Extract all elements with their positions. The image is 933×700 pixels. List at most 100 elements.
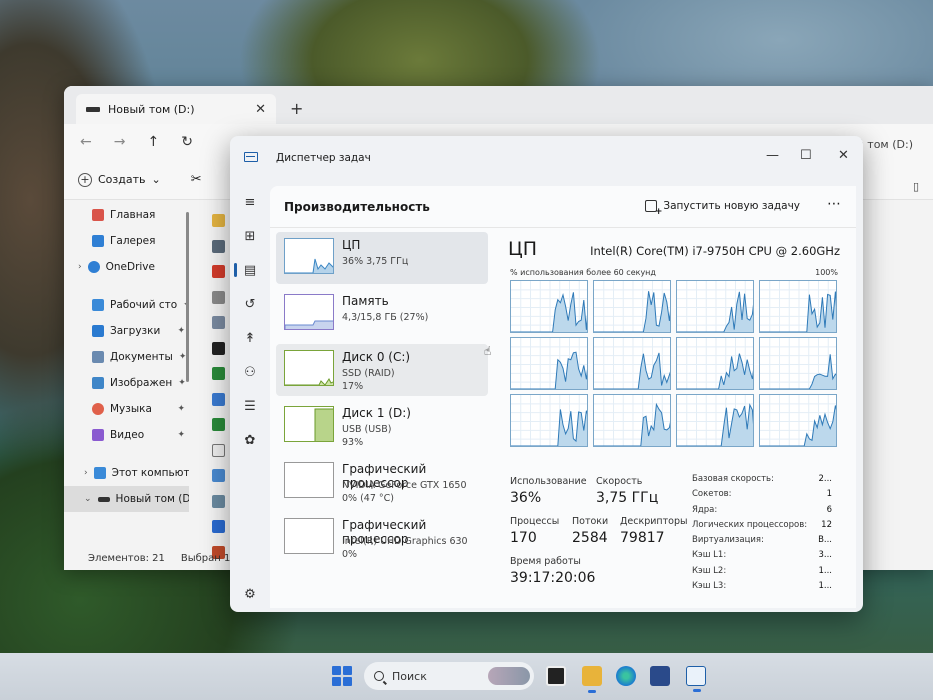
logical-processor-graph: [759, 394, 837, 447]
file-icon[interactable]: [212, 418, 225, 431]
services-icon[interactable]: ✿: [242, 432, 258, 448]
file-icon[interactable]: [212, 443, 225, 457]
sidebar-item-downloads[interactable]: Загрузки ✦: [64, 318, 189, 344]
download-icon: [92, 325, 104, 337]
cut-icon[interactable]: ✂: [191, 172, 202, 187]
store-icon[interactable]: [650, 666, 670, 686]
details-pane-icon[interactable]: ▯: [913, 180, 919, 193]
resource-item-gpu1[interactable]: Графический процессор Intel(R) UHD Graph…: [276, 512, 488, 564]
file-icon[interactable]: [212, 316, 225, 329]
file-explorer-taskbar-icon[interactable]: [582, 666, 602, 693]
more-options-icon[interactable]: ⋯: [827, 196, 842, 212]
disk1-thumbnail-svg: [314, 408, 333, 441]
search-label: Поиск: [392, 669, 427, 683]
task-manager-icon: [244, 152, 258, 162]
file-icon[interactable]: [212, 392, 225, 406]
explorer-tab[interactable]: Новый том (D:) ✕: [76, 94, 276, 124]
minimize-icon[interactable]: —: [766, 148, 779, 163]
file-icon[interactable]: [212, 239, 225, 253]
logical-processor-svg: [594, 338, 670, 389]
file-icon[interactable]: [212, 367, 225, 380]
create-button[interactable]: + Создать ⌄: [78, 172, 161, 187]
processes-icon[interactable]: ⊞: [242, 228, 258, 244]
speed-label: Скорость: [596, 476, 643, 487]
resource-usage: 0% (47 °C): [342, 493, 394, 504]
resource-item-disk1[interactable]: Диск 1 (D:) USB (USB) 93%: [276, 400, 488, 452]
taskbar-search[interactable]: Поиск: [364, 662, 534, 690]
explorer-titlebar: Новый том (D:) ✕ +: [64, 86, 933, 124]
startup-apps-icon[interactable]: ↟: [242, 330, 258, 346]
file-icon[interactable]: [212, 520, 225, 533]
edge-browser-icon[interactable]: [616, 666, 636, 686]
resource-item-gpu0[interactable]: Графический процессор NVIDIA GeForce GTX…: [276, 456, 488, 508]
create-button-label: Создать: [98, 173, 146, 186]
folder-icon[interactable]: [212, 214, 225, 227]
spec-key: Логических процессоров:: [692, 519, 808, 530]
refresh-icon[interactable]: ↻: [181, 134, 193, 150]
sidebar-item-documents[interactable]: Документы ✦: [64, 344, 189, 370]
sidebar-item-onedrive[interactable]: › OneDrive: [64, 254, 189, 280]
resource-usage: 0%: [342, 549, 358, 560]
hamburger-menu-icon[interactable]: ≡: [242, 194, 258, 210]
chevron-right-icon[interactable]: ›: [84, 468, 88, 478]
search-icon: [374, 671, 384, 681]
file-icon[interactable]: [212, 290, 225, 304]
task-manager-taskbar-icon[interactable]: [686, 666, 706, 692]
sidebar-scrollbar[interactable]: [186, 212, 189, 382]
logical-processor-svg: [677, 395, 753, 446]
window-title: Диспетчер задач: [276, 152, 371, 164]
logical-processor-svg: [760, 395, 836, 446]
up-arrow-icon[interactable]: ↑: [147, 134, 159, 150]
sidebar-item-label: Загрузки: [110, 325, 161, 337]
task-manager-window[interactable]: Диспетчер задач — ☐ ✕ ≡ ⊞ ▤ ↺ ↟ ⚇ ☰ ✿ ⚙ …: [230, 136, 863, 612]
sidebar-item-label: Изображен: [110, 377, 173, 389]
resource-detail: USB (USB): [342, 424, 392, 435]
sidebar-item-music[interactable]: Музыка ✦: [64, 396, 189, 422]
sidebar-item-videos[interactable]: Видео ✦: [64, 422, 189, 448]
resource-detail: 4,3/15,8 ГБ (27%): [342, 312, 429, 323]
sidebar-item-label: Галерея: [110, 235, 156, 247]
resource-item-cpu[interactable]: ЦП 36% 3,75 ГГц: [276, 232, 488, 284]
details-icon[interactable]: ☰: [242, 398, 258, 414]
logical-processor-svg: [594, 395, 670, 446]
maximize-icon[interactable]: ☐: [800, 148, 812, 163]
logical-processor-graph: [593, 337, 671, 390]
resource-detail: 36% 3,75 ГГц: [342, 256, 409, 267]
chevron-right-icon[interactable]: ›: [78, 262, 82, 272]
sidebar-item-gallery[interactable]: Галерея: [64, 228, 189, 254]
sidebar-item-label: Рабочий сто: [110, 299, 178, 311]
performance-icon[interactable]: ▤: [234, 262, 258, 278]
app-history-icon[interactable]: ↺: [242, 296, 258, 312]
file-icon[interactable]: [212, 341, 225, 355]
resource-item-disk0[interactable]: Диск 0 (C:) SSD (RAID) 17%: [276, 344, 488, 396]
mouse-cursor-icon: ☝: [484, 344, 492, 358]
resource-item-memory[interactable]: Память 4,3/15,8 ГБ (27%): [276, 288, 488, 340]
forward-arrow-icon[interactable]: →: [114, 134, 126, 150]
start-button[interactable]: [332, 666, 352, 686]
file-icon[interactable]: [212, 494, 225, 508]
back-arrow-icon[interactable]: ←: [80, 134, 92, 150]
file-icon[interactable]: [212, 469, 225, 482]
sidebar-item-home[interactable]: Главная: [64, 202, 189, 228]
sidebar-item-pictures[interactable]: Изображен ✦: [64, 370, 189, 396]
spec-value: 1...: [818, 581, 832, 592]
close-icon[interactable]: ✕: [838, 148, 849, 163]
new-tab-icon[interactable]: +: [290, 99, 303, 118]
usage-value: 36%: [510, 490, 542, 506]
close-tab-icon[interactable]: ✕: [255, 102, 266, 117]
page-title: Производительность: [284, 199, 430, 214]
settings-gear-icon[interactable]: ⚙: [242, 586, 258, 602]
music-icon: [92, 403, 104, 415]
sidebar-item-desktop[interactable]: Рабочий сто ✦: [64, 292, 189, 318]
task-view-icon[interactable]: [546, 666, 566, 686]
windows-logo-tile: [343, 677, 352, 686]
chevron-down-icon[interactable]: ⌄: [84, 494, 92, 504]
drive-icon: [86, 106, 100, 112]
sidebar-item-volume-d[interactable]: ⌄ Новый том (D:): [64, 486, 189, 512]
windows-logo-tile: [332, 677, 341, 686]
users-icon[interactable]: ⚇: [242, 364, 258, 380]
file-icon[interactable]: [212, 265, 225, 278]
run-new-task-button[interactable]: Запустить новую задачу: [645, 200, 800, 217]
sidebar-item-this-pc[interactable]: › Этот компьютер: [64, 460, 189, 486]
spec-key: Кэш L1:: [692, 550, 727, 561]
